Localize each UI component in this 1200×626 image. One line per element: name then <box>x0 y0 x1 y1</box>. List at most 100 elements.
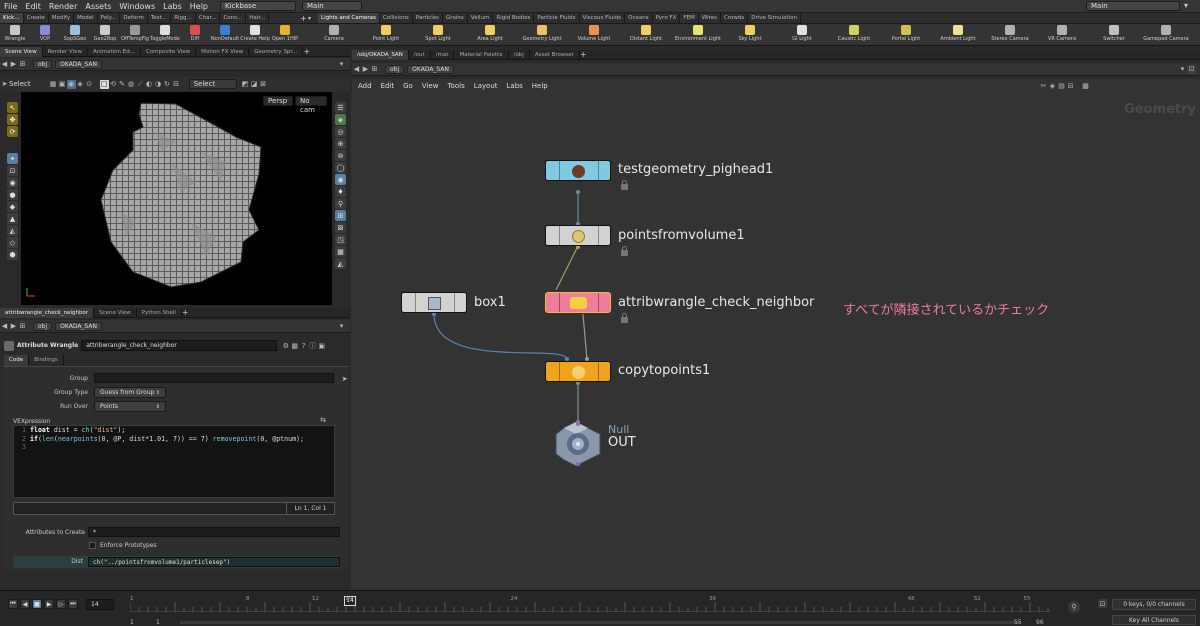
laser-icon[interactable]: ⟋ <box>136 80 145 89</box>
back-arrow-icon[interactable]: ◀ <box>0 60 9 69</box>
shelf-tab-left-1[interactable]: Create <box>24 13 49 23</box>
key-icon[interactable]: ⊡ <box>1098 599 1107 608</box>
network-tab-2[interactable]: /mat <box>431 49 455 60</box>
shelf-tab-right-3[interactable]: Grains <box>443 13 468 23</box>
shelf-tab-left-8[interactable]: Char... <box>196 13 221 23</box>
scene-selector[interactable]: Main <box>302 1 362 11</box>
shelf-tab-left-7[interactable]: Rigg... <box>171 13 196 23</box>
subtab-code[interactable]: Code <box>4 355 30 366</box>
tool-switcher[interactable]: Switcher <box>1088 24 1140 46</box>
net-pin-icon[interactable]: ⊞ <box>370 65 379 74</box>
snap-d-icon[interactable]: ▲ <box>7 213 18 224</box>
path-obj-chip[interactable]: obj <box>33 59 53 69</box>
net-menu-go[interactable]: Go <box>403 82 413 90</box>
shelf-tab-left-3[interactable]: Model <box>74 13 98 23</box>
tool-sopsgeo[interactable]: SopSGeo <box>60 24 90 46</box>
shelf-tab-right-6[interactable]: Particle Fluids <box>534 13 580 23</box>
desktop-selector[interactable]: Kickbase <box>220 1 296 11</box>
run-over-menu[interactable]: Points ⇕ <box>94 401 166 412</box>
tool-camera[interactable]: Camera <box>308 24 360 46</box>
tool-stereo-camera[interactable]: Stereo Camera <box>984 24 1036 46</box>
left-tab-4[interactable]: Motion FX View <box>196 46 250 57</box>
help-icon[interactable]: ? <box>299 341 308 350</box>
snap-g-icon[interactable]: ⬢ <box>7 249 18 260</box>
snap-f-icon[interactable]: ◇ <box>7 237 18 248</box>
grid-icon[interactable]: ▦ <box>290 341 299 350</box>
param-layout-icon[interactable]: ▣ <box>317 341 326 350</box>
tool-faces-icon[interactable]: ⊙ <box>85 80 94 89</box>
network-tab-4[interactable]: /obj <box>509 49 530 60</box>
vp-opt-a-icon[interactable]: ◩ <box>241 80 250 89</box>
tool-vop[interactable]: VOP <box>30 24 60 46</box>
menu-item-help[interactable]: Help <box>186 0 212 13</box>
net-tool-d-icon[interactable]: ⊟ <box>1066 81 1075 90</box>
shelf-tab-right-7[interactable]: Viscous Fluids <box>580 13 626 23</box>
tool-edges-icon[interactable]: ◈ <box>76 80 85 89</box>
tool-spot-light[interactable]: Spot Light <box>412 24 464 46</box>
audio-icon[interactable]: ⚲ <box>1068 601 1080 613</box>
net-tool-c-icon[interactable]: ▤ <box>1057 81 1066 90</box>
wrangle-lock-icon[interactable] <box>621 313 628 323</box>
sel-b-icon[interactable]: ◑ <box>154 80 163 89</box>
net-tool-a-icon[interactable]: ✂ <box>1039 81 1048 90</box>
shelf-tab-right-11[interactable]: Wires <box>699 13 722 23</box>
info-icon[interactable]: ⓘ <box>308 341 317 350</box>
shelf-tab-right-8[interactable]: Oceans <box>625 13 653 23</box>
add-tab-icon[interactable]: + <box>303 47 312 56</box>
shelf-menu-icon[interactable]: ▾ <box>308 15 316 22</box>
display-f-icon[interactable]: ◯ <box>335 162 346 173</box>
snap-a-icon[interactable]: ◉ <box>7 177 18 188</box>
node-copytopoints[interactable] <box>545 361 611 382</box>
tool-area-light[interactable]: Area Light <box>464 24 516 46</box>
display-m-icon[interactable]: ▦ <box>335 246 346 257</box>
last-frame-icon[interactable]: ⏭ <box>68 599 78 609</box>
path-menu-icon[interactable]: ▾ <box>337 60 346 69</box>
sel-d-icon[interactable]: ⊟ <box>172 80 181 89</box>
group-select-arrow-icon[interactable]: ➤ <box>340 374 349 383</box>
handle-tool-icon[interactable]: ↖ <box>7 102 18 113</box>
scene-right-selector[interactable]: Main <box>1086 1 1180 11</box>
first-frame-icon[interactable]: ⏮ <box>8 599 18 609</box>
tool-points-icon[interactable]: ◉ <box>66 79 76 89</box>
network-tab-5[interactable]: Asset Browser <box>530 49 580 60</box>
shelf-tab-right-9[interactable]: Pyro FX <box>653 13 681 23</box>
display-b-icon[interactable]: ◈ <box>335 114 346 125</box>
vp-opt-b-icon[interactable]: ◪ <box>250 80 259 89</box>
node-name-field[interactable]: attribwrangle_check_neighbor <box>81 340 278 351</box>
scene-dropdown[interactable]: Main <box>302 1 362 11</box>
shelf-tab-right-10[interactable]: FEM <box>680 13 699 23</box>
net-menu-help[interactable]: Help <box>532 82 548 90</box>
param-path-obj-chip[interactable]: obj <box>33 321 53 331</box>
rotate-tool-icon[interactable]: ⟳ <box>7 126 18 137</box>
shelf-tab-left-0[interactable]: Kick... <box>0 13 24 23</box>
net-menu-view[interactable]: View <box>422 82 439 90</box>
menu-expand-icon[interactable]: ▾ <box>1184 1 1196 11</box>
pose-tool-icon[interactable]: ✦ <box>7 153 18 164</box>
step-forward-icon[interactable]: ▷ <box>56 599 66 609</box>
subtab-bindings[interactable]: Bindings <box>29 355 64 366</box>
snap-c-icon[interactable]: ◆ <box>7 201 18 212</box>
shelf-tab-left-4[interactable]: Poly... <box>98 13 121 23</box>
enforce-checkbox[interactable] <box>89 542 96 549</box>
tool-geo2rop[interactable]: Geo2Rop <box>90 24 120 46</box>
shelf-tab-right-4[interactable]: Vellum <box>468 13 494 23</box>
stop-icon[interactable]: ■ <box>32 599 42 609</box>
menu-item-labs[interactable]: Labs <box>159 0 186 13</box>
param-path-node-chip[interactable]: OKADA_SAN <box>55 321 102 331</box>
tool-portal-light[interactable]: Portal Light <box>880 24 932 46</box>
net-path-menu-icon[interactable]: ▾ <box>1178 65 1187 74</box>
net-path-node-chip[interactable]: OKADA_SAN <box>407 64 454 74</box>
net-forward-icon[interactable]: ▶ <box>361 65 370 74</box>
tool-togglemode[interactable]: ToggleMode <box>150 24 180 46</box>
snap-e-icon[interactable]: ◭ <box>7 225 18 236</box>
shelf-tab-right-12[interactable]: Crowds <box>721 13 749 23</box>
network-tab-1[interactable]: /out <box>409 49 431 60</box>
attrs-field[interactable]: * <box>88 527 340 537</box>
display-a-icon[interactable]: ☰ <box>335 102 346 113</box>
timeline-ruler[interactable]: 14 1 8 12 14 24 36 48 52 55 <box>130 596 1050 612</box>
scene-viewport[interactable]: Persp No cam <box>21 92 332 305</box>
menu-item-windows[interactable]: Windows <box>115 0 159 13</box>
select-arrow-icon[interactable]: ➤ <box>0 80 9 89</box>
left-tab-5[interactable]: Geometry Spr... <box>249 46 304 57</box>
param-tab-1[interactable]: Scene View <box>94 307 137 318</box>
